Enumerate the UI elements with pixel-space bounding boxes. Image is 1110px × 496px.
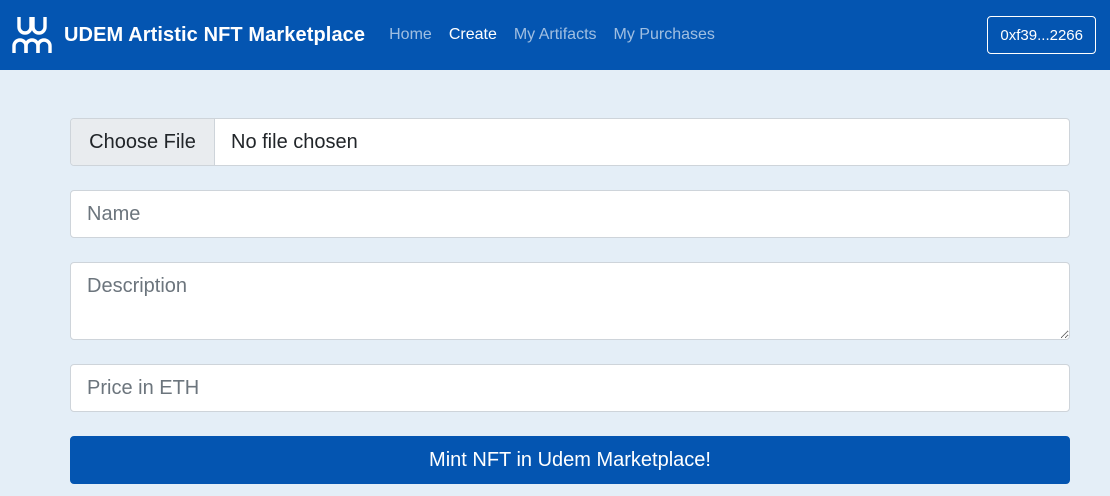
description-input[interactable] [70, 262, 1070, 340]
account-button[interactable]: 0xf39...2266 [987, 16, 1096, 54]
nav-links: Home Create My Artifacts My Purchases [389, 26, 732, 44]
name-input[interactable] [70, 190, 1070, 238]
price-input[interactable] [70, 364, 1070, 412]
nav-my-purchases[interactable]: My Purchases [614, 26, 715, 44]
choose-file-button[interactable]: Choose File [71, 119, 215, 165]
brand-title: UDEM Artistic NFT Marketplace [64, 23, 366, 46]
navbar: UDEM Artistic NFT Marketplace Home Creat… [0, 0, 1110, 70]
nav-my-artifacts[interactable]: My Artifacts [514, 26, 597, 44]
nav-create[interactable]: Create [449, 26, 497, 44]
file-status: No file chosen [231, 130, 358, 153]
brand[interactable]: UDEM Artistic NFT Marketplace [12, 15, 365, 55]
udem-logo-icon [12, 17, 52, 53]
file-input[interactable]: Choose File No file chosen [70, 118, 1070, 166]
mint-button[interactable]: Mint NFT in Udem Marketplace! [70, 436, 1070, 484]
nav-home[interactable]: Home [389, 26, 432, 44]
mint-form: Choose File No file chosen Mint NFT in U… [70, 118, 1070, 484]
